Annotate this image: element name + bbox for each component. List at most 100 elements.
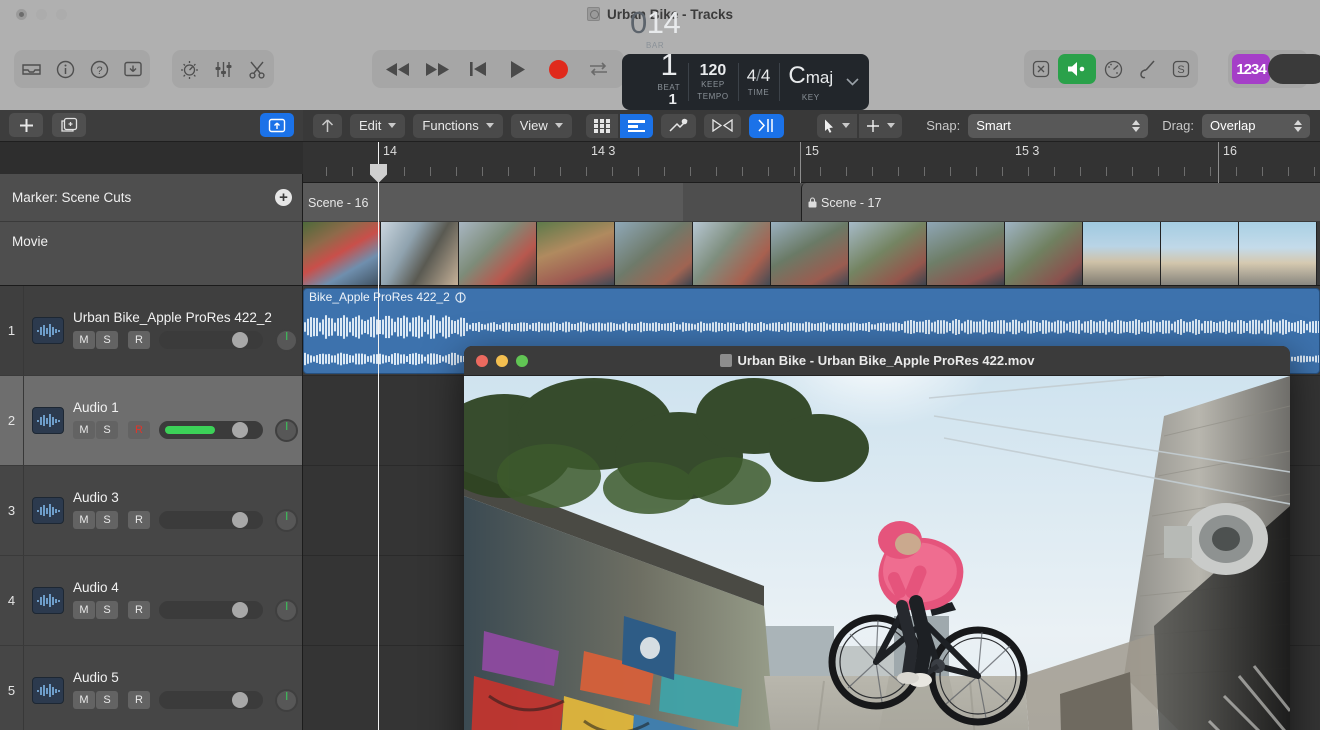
duplicate-track-button[interactable] xyxy=(52,113,86,137)
record-enable-button[interactable]: R xyxy=(128,601,150,619)
audio-waveform-icon[interactable] xyxy=(32,587,64,614)
volume-slider[interactable] xyxy=(159,511,263,529)
movie-thumbnail[interactable] xyxy=(693,222,771,286)
movie-thumbnail[interactable] xyxy=(1083,222,1161,286)
close-button[interactable] xyxy=(16,9,27,20)
pan-knob[interactable] xyxy=(275,509,298,532)
timeline-ruler[interactable]: 14 14 3 15 15 3 16 xyxy=(303,142,1320,183)
time-signature-display[interactable]: 4/4 TIME xyxy=(738,54,780,110)
movie-thumbnail[interactable] xyxy=(927,222,1005,286)
master-volume-icon[interactable] xyxy=(1058,54,1096,84)
marker-lane[interactable]: Scene - 16 Scene - 17 xyxy=(303,183,1320,222)
track-name[interactable]: Urban Bike_Apple ProRes 422_2 xyxy=(73,310,302,325)
solo-button[interactable]: S xyxy=(96,601,118,619)
automation-icon[interactable] xyxy=(661,114,696,138)
play-button[interactable] xyxy=(498,53,538,85)
track-header[interactable]: 1 Urban Bike_Apple ProRes 422_2 M S R xyxy=(0,286,302,376)
track-header[interactable]: 2 Audio 1 MSR xyxy=(0,376,302,466)
audio-waveform-icon[interactable] xyxy=(32,317,64,344)
movie-thumbnail[interactable] xyxy=(1161,222,1239,286)
lcd-display[interactable]: 014 BAR 1 BEAT 1 DIV 035 TICK xyxy=(622,54,869,110)
editors-scissors-icon[interactable] xyxy=(240,54,274,84)
volume-slider[interactable] xyxy=(159,691,263,709)
menu-functions[interactable]: Functions xyxy=(413,114,502,138)
track-name[interactable]: Audio 5 xyxy=(73,670,302,685)
track-header[interactable]: 3 Audio 3 MSR xyxy=(0,466,302,556)
menu-edit[interactable]: Edit xyxy=(350,114,405,138)
minimize-button[interactable] xyxy=(36,9,47,20)
marquee-tool[interactable] xyxy=(859,114,902,138)
record-enable-button[interactable]: R xyxy=(128,511,150,529)
track-name[interactable]: Audio 3 xyxy=(73,490,302,505)
fade-icon[interactable] xyxy=(704,114,741,138)
movie-thumbnail[interactable] xyxy=(849,222,927,286)
marker-track-header[interactable]: Marker: Scene Cuts + xyxy=(0,174,302,222)
movie-thumbnail[interactable] xyxy=(771,222,849,286)
mixer-icon[interactable] xyxy=(206,54,240,84)
help-icon[interactable]: ? xyxy=(82,54,116,84)
volume-slider[interactable] xyxy=(159,601,263,619)
tuner-icon[interactable] xyxy=(1130,54,1164,84)
back-button[interactable] xyxy=(313,114,342,138)
movie-thumbnail[interactable] xyxy=(381,222,459,286)
snap-select[interactable]: Smart xyxy=(968,114,1148,138)
smart-controls-icon[interactable] xyxy=(172,54,206,84)
count-in-icon[interactable]: 1234 xyxy=(1232,54,1270,84)
mute-button[interactable]: M xyxy=(73,421,95,439)
movie-thumbnail[interactable] xyxy=(1005,222,1083,286)
movie-thumbnail[interactable] xyxy=(459,222,537,286)
movie-thumbnail[interactable] xyxy=(615,222,693,286)
cpu-meter-icon[interactable] xyxy=(1096,54,1130,84)
pan-knob[interactable] xyxy=(275,599,298,622)
record-enable-button[interactable]: R xyxy=(128,421,150,439)
movie-lane[interactable] xyxy=(303,222,1320,286)
track-header[interactable]: 4 Audio 4 MSR xyxy=(0,556,302,646)
close-button[interactable] xyxy=(476,355,488,367)
playhead[interactable] xyxy=(378,142,379,730)
mute-button[interactable]: M xyxy=(73,601,95,619)
solo-button[interactable]: S xyxy=(96,331,118,349)
chevron-down-icon[interactable] xyxy=(842,54,869,110)
go-to-beginning-button[interactable] xyxy=(458,53,498,85)
tempo-display[interactable]: 120 KEEP TEMPO xyxy=(688,54,737,110)
plus-circle-icon[interactable]: + xyxy=(275,189,292,206)
drag-select[interactable]: Overlap xyxy=(1202,114,1310,138)
minimize-button[interactable] xyxy=(496,355,508,367)
pan-knob[interactable] xyxy=(275,689,298,712)
import-icon[interactable] xyxy=(116,54,150,84)
record-enable-button[interactable]: R xyxy=(128,331,150,349)
volume-slider[interactable] xyxy=(159,331,263,349)
pointer-tool[interactable] xyxy=(817,114,857,138)
movie-canvas[interactable] xyxy=(464,376,1290,730)
zoom-button[interactable] xyxy=(516,355,528,367)
info-icon[interactable] xyxy=(48,54,82,84)
solo-button[interactable]: S xyxy=(96,511,118,529)
audio-waveform-icon[interactable] xyxy=(32,407,64,434)
movie-track-header[interactable]: Movie xyxy=(0,222,302,286)
solo-button[interactable]: S xyxy=(96,421,118,439)
solo-button[interactable]: S xyxy=(96,691,118,709)
forward-button[interactable] xyxy=(418,53,458,85)
cycle-button[interactable] xyxy=(578,53,618,85)
list-view-icon[interactable] xyxy=(620,114,653,138)
movie-thumbnail[interactable] xyxy=(303,222,381,286)
menu-view[interactable]: View xyxy=(511,114,572,138)
tuner-off-icon[interactable] xyxy=(1024,54,1058,84)
mute-button[interactable]: M xyxy=(73,691,95,709)
position-display[interactable]: 014 BAR 1 BEAT 1 DIV 035 TICK xyxy=(622,54,688,110)
mute-button[interactable]: M xyxy=(73,511,95,529)
movie-thumbnail[interactable] xyxy=(537,222,615,286)
pan-knob[interactable] xyxy=(275,329,298,352)
add-track-button[interactable] xyxy=(9,113,43,137)
solo-icon[interactable]: S xyxy=(1164,54,1198,84)
grid-view-icon[interactable] xyxy=(586,114,618,138)
zoom-button[interactable] xyxy=(56,9,67,20)
movie-thumbnail[interactable] xyxy=(1239,222,1317,286)
mute-button[interactable]: M xyxy=(73,331,95,349)
record-button[interactable] xyxy=(538,53,578,85)
volume-slider[interactable] xyxy=(159,421,263,439)
hide-tracks-button[interactable] xyxy=(260,113,294,137)
pan-knob[interactable] xyxy=(275,419,298,442)
movie-window[interactable]: Urban Bike - Urban Bike_Apple ProRes 422… xyxy=(464,346,1290,730)
audio-waveform-icon[interactable] xyxy=(32,677,64,704)
